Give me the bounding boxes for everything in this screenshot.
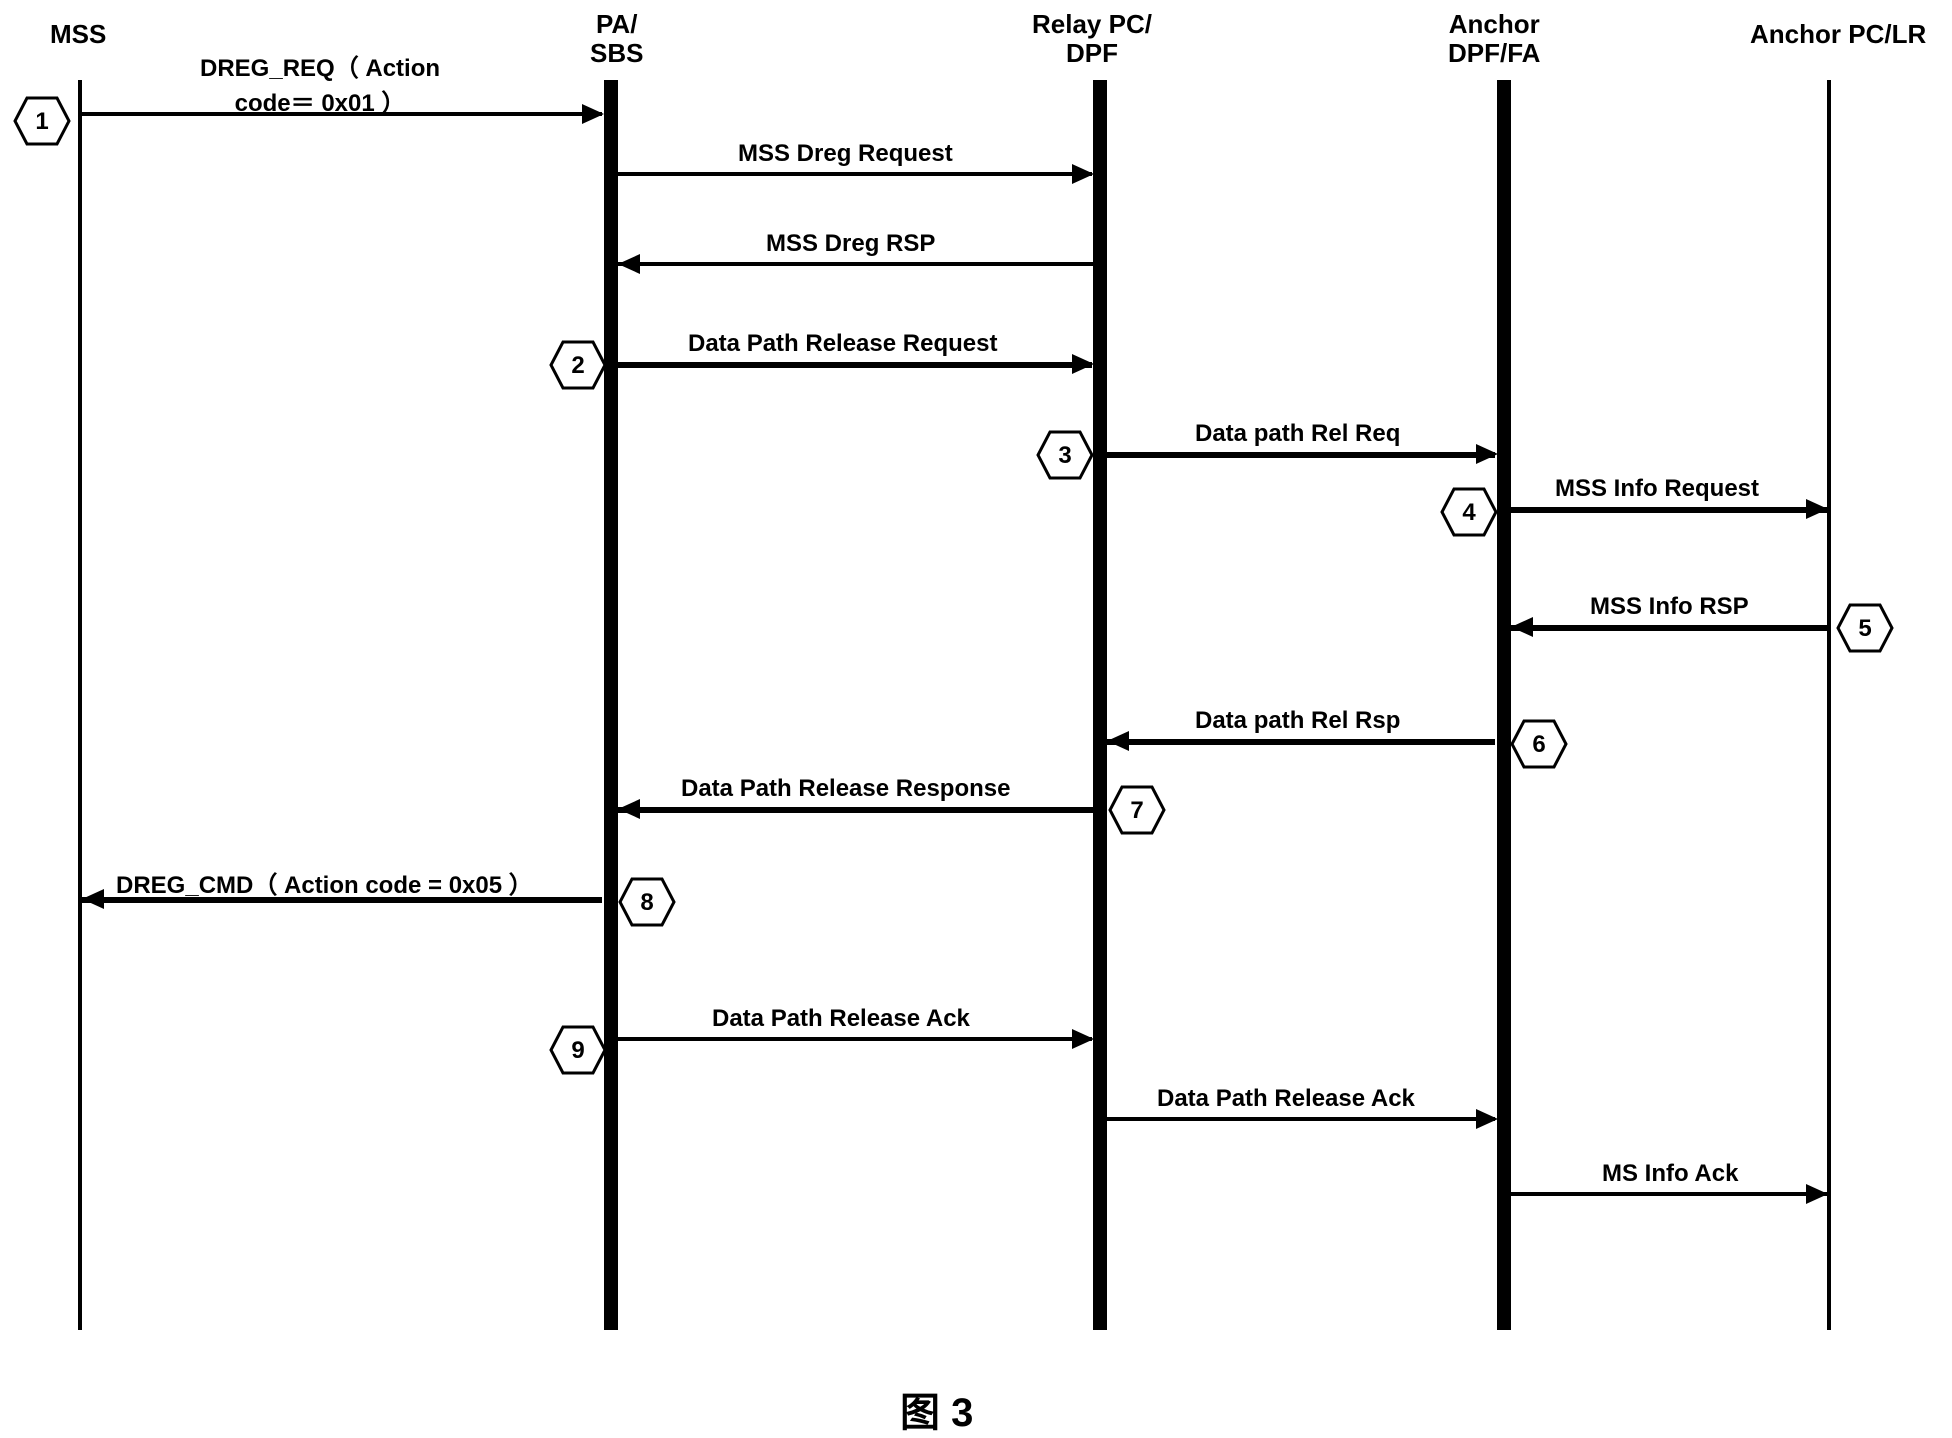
arrowhead-icon [82, 889, 104, 909]
lifeline-anchordpf [1497, 80, 1511, 1330]
participant-anchordpf: Anchor DPF/FA [1448, 10, 1540, 67]
figure-caption: 图 3 [900, 1380, 973, 1438]
arrowhead-icon [1806, 1184, 1828, 1204]
arrowhead-icon [1072, 164, 1094, 184]
svg-text:1: 1 [35, 108, 48, 135]
svg-text:7: 7 [1130, 797, 1143, 824]
arrow-data-path-release-response [618, 807, 1093, 813]
arrowhead-icon [1072, 354, 1094, 374]
arrow-mss-info-rsp [1511, 625, 1827, 631]
arrow-data-path-rel-req [1107, 452, 1495, 458]
msg-mss-info-rsp: MSS Info RSP [1590, 593, 1749, 621]
msg-data-path-rel-rsp: Data path Rel Rsp [1195, 707, 1400, 735]
lifeline-pasbs [604, 80, 618, 1330]
sequence-diagram: MSS PA/ SBS Relay PC/ DPF Anchor DPF/FA … [0, 0, 1952, 1435]
arrow-mss-dreg-rsp [618, 262, 1093, 266]
arrow-data-path-release-ack-1 [618, 1037, 1092, 1041]
step-badge-9: 9 [549, 1025, 607, 1075]
msg-dreg-cmd: DREG_CMD（ Action code = 0x05 ） [116, 865, 533, 900]
arrowhead-icon [1107, 731, 1129, 751]
arrowhead-icon [618, 254, 640, 274]
svg-text:9: 9 [571, 1037, 584, 1064]
msg-data-path-release-response: Data Path Release Response [681, 775, 1010, 803]
msg-data-path-release-ack-1: Data Path Release Ack [712, 1005, 970, 1033]
svg-text:4: 4 [1462, 499, 1476, 526]
svg-text:2: 2 [571, 352, 584, 379]
msg-mss-dreg-rsp: MSS Dreg RSP [766, 230, 935, 258]
participant-anchorpclr: Anchor PC/LR [1750, 20, 1926, 49]
msg-data-path-rel-req: Data path Rel Req [1195, 420, 1400, 448]
msg-mss-info-request: MSS Info Request [1555, 475, 1759, 503]
svg-text:5: 5 [1858, 615, 1871, 642]
arrow-mss-dreg-request [618, 172, 1092, 176]
arrowhead-icon [1806, 499, 1828, 519]
participant-mss: MSS [50, 20, 106, 49]
arrow-data-path-release-request [618, 362, 1092, 368]
step-badge-2: 2 [549, 340, 607, 390]
step-badge-7: 7 [1108, 785, 1166, 835]
lifeline-mss [78, 80, 82, 1330]
arrowhead-icon [1476, 444, 1498, 464]
participant-relay: Relay PC/ DPF [1032, 10, 1152, 67]
step-badge-3: 3 [1036, 430, 1094, 480]
step-badge-8: 8 [618, 877, 676, 927]
arrow-dreg-req [82, 112, 602, 116]
lifeline-relay [1093, 80, 1107, 1330]
msg-mss-dreg-request: MSS Dreg Request [738, 140, 953, 168]
step-badge-6: 6 [1510, 719, 1568, 769]
arrowhead-icon [1511, 617, 1533, 637]
arrow-dreg-cmd [82, 897, 602, 903]
arrowhead-icon [618, 799, 640, 819]
step-badge-4: 4 [1440, 487, 1498, 537]
lifeline-anchorpclr [1827, 80, 1831, 1330]
arrowhead-icon [1476, 1109, 1498, 1129]
arrowhead-icon [1072, 1029, 1094, 1049]
arrowhead-icon [582, 104, 604, 124]
msg-dreg-req: DREG_REQ（ Action code＝ 0x01 ） [200, 48, 440, 118]
participant-pasbs: PA/ SBS [590, 10, 643, 67]
svg-text:3: 3 [1058, 442, 1071, 469]
arrow-ms-info-ack [1511, 1192, 1827, 1196]
msg-data-path-release-request: Data Path Release Request [688, 330, 997, 358]
step-badge-1: 1 [13, 96, 71, 146]
msg-data-path-release-ack-2: Data Path Release Ack [1157, 1085, 1415, 1113]
step-badge-5: 5 [1836, 603, 1894, 653]
arrow-data-path-rel-rsp [1107, 739, 1495, 745]
svg-text:8: 8 [640, 889, 653, 916]
arrow-data-path-release-ack-2 [1107, 1117, 1495, 1121]
msg-ms-info-ack: MS Info Ack [1602, 1160, 1738, 1188]
arrow-mss-info-request [1511, 507, 1827, 513]
svg-text:6: 6 [1532, 731, 1545, 758]
